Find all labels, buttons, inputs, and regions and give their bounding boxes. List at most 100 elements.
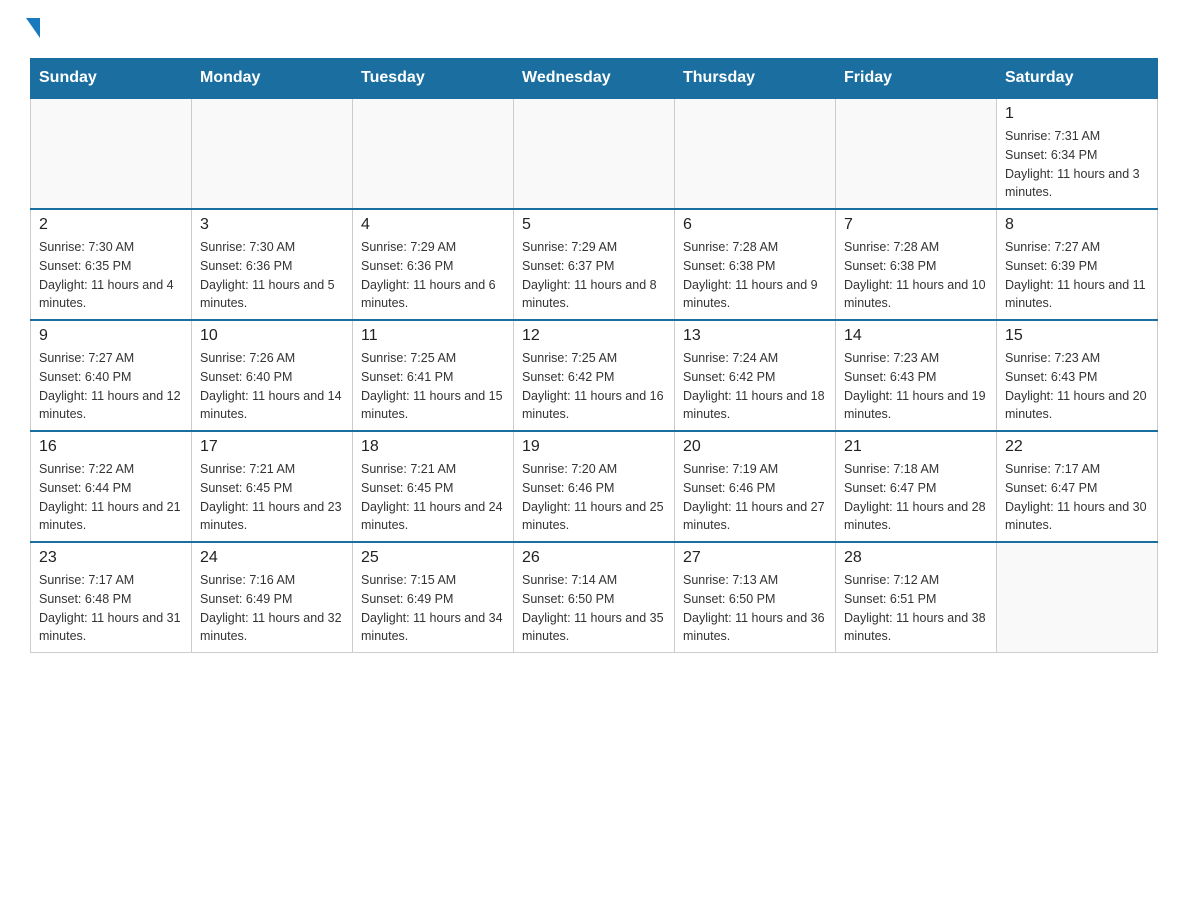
calendar-cell: 26 Sunrise: 7:14 AMSunset: 6:50 PMDayligh… (514, 542, 675, 653)
calendar-cell: 7 Sunrise: 7:28 AMSunset: 6:38 PMDaylight… (836, 209, 997, 320)
calendar-cell: 14Sunrise: 7:23 AMSunset: 6:43 PMDayligh… (836, 320, 997, 431)
day-number: 18 (361, 438, 505, 456)
day-info: Sunrise: 7:28 AMSunset: 6:38 PMDaylight:… (844, 238, 988, 313)
calendar-cell: 25 Sunrise: 7:15 AMSunset: 6:49 PMDayligh… (353, 542, 514, 653)
day-number: 10 (200, 327, 344, 345)
calendar-cell: 16 Sunrise: 7:22 AMSunset: 6:44 PMDayligh… (31, 431, 192, 542)
day-number: 13 (683, 327, 827, 345)
day-info: Sunrise: 7:31 AMSunset: 6:34 PMDaylight:… (1005, 127, 1149, 202)
day-header-thursday: Thursday (675, 59, 836, 99)
calendar-cell: 10 Sunrise: 7:26 AMSunset: 6:40 PMDayligh… (192, 320, 353, 431)
calendar-cell (31, 98, 192, 209)
day-number: 7 (844, 216, 988, 234)
day-info: Sunrise: 7:22 AMSunset: 6:44 PMDaylight:… (39, 460, 183, 535)
day-number: 25 (361, 549, 505, 567)
day-info: Sunrise: 7:17 AMSunset: 6:47 PMDaylight:… (1005, 460, 1149, 535)
calendar-cell: 11 Sunrise: 7:25 AMSunset: 6:41 PMDayligh… (353, 320, 514, 431)
calendar-cell: 17 Sunrise: 7:21 AMSunset: 6:45 PMDayligh… (192, 431, 353, 542)
calendar-cell: 1 Sunrise: 7:31 AMSunset: 6:34 PMDaylight… (997, 98, 1158, 209)
day-number: 12 (522, 327, 666, 345)
calendar-cell: 2Sunrise: 7:30 AMSunset: 6:35 PMDaylight… (31, 209, 192, 320)
day-header-tuesday: Tuesday (353, 59, 514, 99)
week-row-5: 23 Sunrise: 7:17 AMSunset: 6:48 PMDayligh… (31, 542, 1158, 653)
calendar-cell (353, 98, 514, 209)
day-number: 21 (844, 438, 988, 456)
day-header-monday: Monday (192, 59, 353, 99)
calendar-cell: 6 Sunrise: 7:28 AMSunset: 6:38 PMDaylight… (675, 209, 836, 320)
day-info: Sunrise: 7:18 AMSunset: 6:47 PMDaylight:… (844, 460, 988, 535)
day-info: Sunrise: 7:25 AMSunset: 6:41 PMDaylight:… (361, 349, 505, 424)
calendar-cell: 4 Sunrise: 7:29 AMSunset: 6:36 PMDaylight… (353, 209, 514, 320)
calendar-cell (836, 98, 997, 209)
day-info: Sunrise: 7:17 AMSunset: 6:48 PMDaylight:… (39, 571, 183, 646)
day-number: 26 (522, 549, 666, 567)
day-number: 1 (1005, 105, 1149, 123)
day-info: Sunrise: 7:16 AMSunset: 6:49 PMDaylight:… (200, 571, 344, 646)
day-number: 4 (361, 216, 505, 234)
day-info: Sunrise: 7:28 AMSunset: 6:38 PMDaylight:… (683, 238, 827, 313)
calendar-header-row: SundayMondayTuesdayWednesdayThursdayFrid… (31, 59, 1158, 99)
day-number: 17 (200, 438, 344, 456)
calendar-table: SundayMondayTuesdayWednesdayThursdayFrid… (30, 58, 1158, 653)
calendar-cell: 8 Sunrise: 7:27 AMSunset: 6:39 PMDaylight… (997, 209, 1158, 320)
page-header (30, 20, 1158, 38)
calendar-cell: 15 Sunrise: 7:23 AMSunset: 6:43 PMDayligh… (997, 320, 1158, 431)
calendar-cell (514, 98, 675, 209)
day-info: Sunrise: 7:13 AMSunset: 6:50 PMDaylight:… (683, 571, 827, 646)
calendar-cell: 18 Sunrise: 7:21 AMSunset: 6:45 PMDayligh… (353, 431, 514, 542)
day-number: 6 (683, 216, 827, 234)
day-info: Sunrise: 7:20 AMSunset: 6:46 PMDaylight:… (522, 460, 666, 535)
day-info: Sunrise: 7:23 AMSunset: 6:43 PMDaylight:… (1005, 349, 1149, 424)
day-info: Sunrise: 7:15 AMSunset: 6:49 PMDaylight:… (361, 571, 505, 646)
day-number: 20 (683, 438, 827, 456)
week-row-4: 16 Sunrise: 7:22 AMSunset: 6:44 PMDayligh… (31, 431, 1158, 542)
calendar-cell: 3 Sunrise: 7:30 AMSunset: 6:36 PMDaylight… (192, 209, 353, 320)
calendar-cell: 13 Sunrise: 7:24 AMSunset: 6:42 PMDayligh… (675, 320, 836, 431)
day-info: Sunrise: 7:29 AMSunset: 6:37 PMDaylight:… (522, 238, 666, 313)
calendar-cell: 23 Sunrise: 7:17 AMSunset: 6:48 PMDayligh… (31, 542, 192, 653)
day-number: 24 (200, 549, 344, 567)
day-number: 23 (39, 549, 183, 567)
day-number: 5 (522, 216, 666, 234)
calendar-cell: 21 Sunrise: 7:18 AMSunset: 6:47 PMDayligh… (836, 431, 997, 542)
day-number: 28 (844, 549, 988, 567)
day-info: Sunrise: 7:21 AMSunset: 6:45 PMDaylight:… (200, 460, 344, 535)
day-number: 8 (1005, 216, 1149, 234)
calendar-cell: 20 Sunrise: 7:19 AMSunset: 6:46 PMDayligh… (675, 431, 836, 542)
day-number: 22 (1005, 438, 1149, 456)
calendar-cell (192, 98, 353, 209)
day-header-sunday: Sunday (31, 59, 192, 99)
day-number: 9 (39, 327, 183, 345)
logo (30, 20, 40, 38)
logo-triangle-icon (26, 18, 40, 38)
day-info: Sunrise: 7:19 AMSunset: 6:46 PMDaylight:… (683, 460, 827, 535)
day-number: 11 (361, 327, 505, 345)
calendar-cell: 19 Sunrise: 7:20 AMSunset: 6:46 PMDayligh… (514, 431, 675, 542)
day-number: 19 (522, 438, 666, 456)
day-info: Sunrise: 7:21 AMSunset: 6:45 PMDaylight:… (361, 460, 505, 535)
day-info: Sunrise: 7:14 AMSunset: 6:50 PMDaylight:… (522, 571, 666, 646)
day-info: Sunrise: 7:29 AMSunset: 6:36 PMDaylight:… (361, 238, 505, 313)
calendar-cell (997, 542, 1158, 653)
calendar-cell: 12 Sunrise: 7:25 AMSunset: 6:42 PMDayligh… (514, 320, 675, 431)
day-info: Sunrise: 7:12 AMSunset: 6:51 PMDaylight:… (844, 571, 988, 646)
week-row-1: 1 Sunrise: 7:31 AMSunset: 6:34 PMDaylight… (31, 98, 1158, 209)
day-header-friday: Friday (836, 59, 997, 99)
calendar-cell: 28 Sunrise: 7:12 AMSunset: 6:51 PMDayligh… (836, 542, 997, 653)
day-info: Sunrise: 7:24 AMSunset: 6:42 PMDaylight:… (683, 349, 827, 424)
day-info: Sunrise: 7:30 AMSunset: 6:36 PMDaylight:… (200, 238, 344, 313)
day-number: 3 (200, 216, 344, 234)
day-info: Sunrise: 7:27 AMSunset: 6:40 PMDaylight:… (39, 349, 183, 424)
day-header-saturday: Saturday (997, 59, 1158, 99)
day-info: Sunrise: 7:25 AMSunset: 6:42 PMDaylight:… (522, 349, 666, 424)
week-row-2: 2Sunrise: 7:30 AMSunset: 6:35 PMDaylight… (31, 209, 1158, 320)
day-number: 16 (39, 438, 183, 456)
day-info: Sunrise: 7:27 AMSunset: 6:39 PMDaylight:… (1005, 238, 1149, 313)
day-info: Sunrise: 7:23 AMSunset: 6:43 PMDaylight:… (844, 349, 988, 424)
day-info: Sunrise: 7:26 AMSunset: 6:40 PMDaylight:… (200, 349, 344, 424)
calendar-cell: 27Sunrise: 7:13 AMSunset: 6:50 PMDayligh… (675, 542, 836, 653)
calendar-cell: 9 Sunrise: 7:27 AMSunset: 6:40 PMDaylight… (31, 320, 192, 431)
day-number: 2 (39, 216, 183, 234)
calendar-cell: 24 Sunrise: 7:16 AMSunset: 6:49 PMDayligh… (192, 542, 353, 653)
day-number: 15 (1005, 327, 1149, 345)
